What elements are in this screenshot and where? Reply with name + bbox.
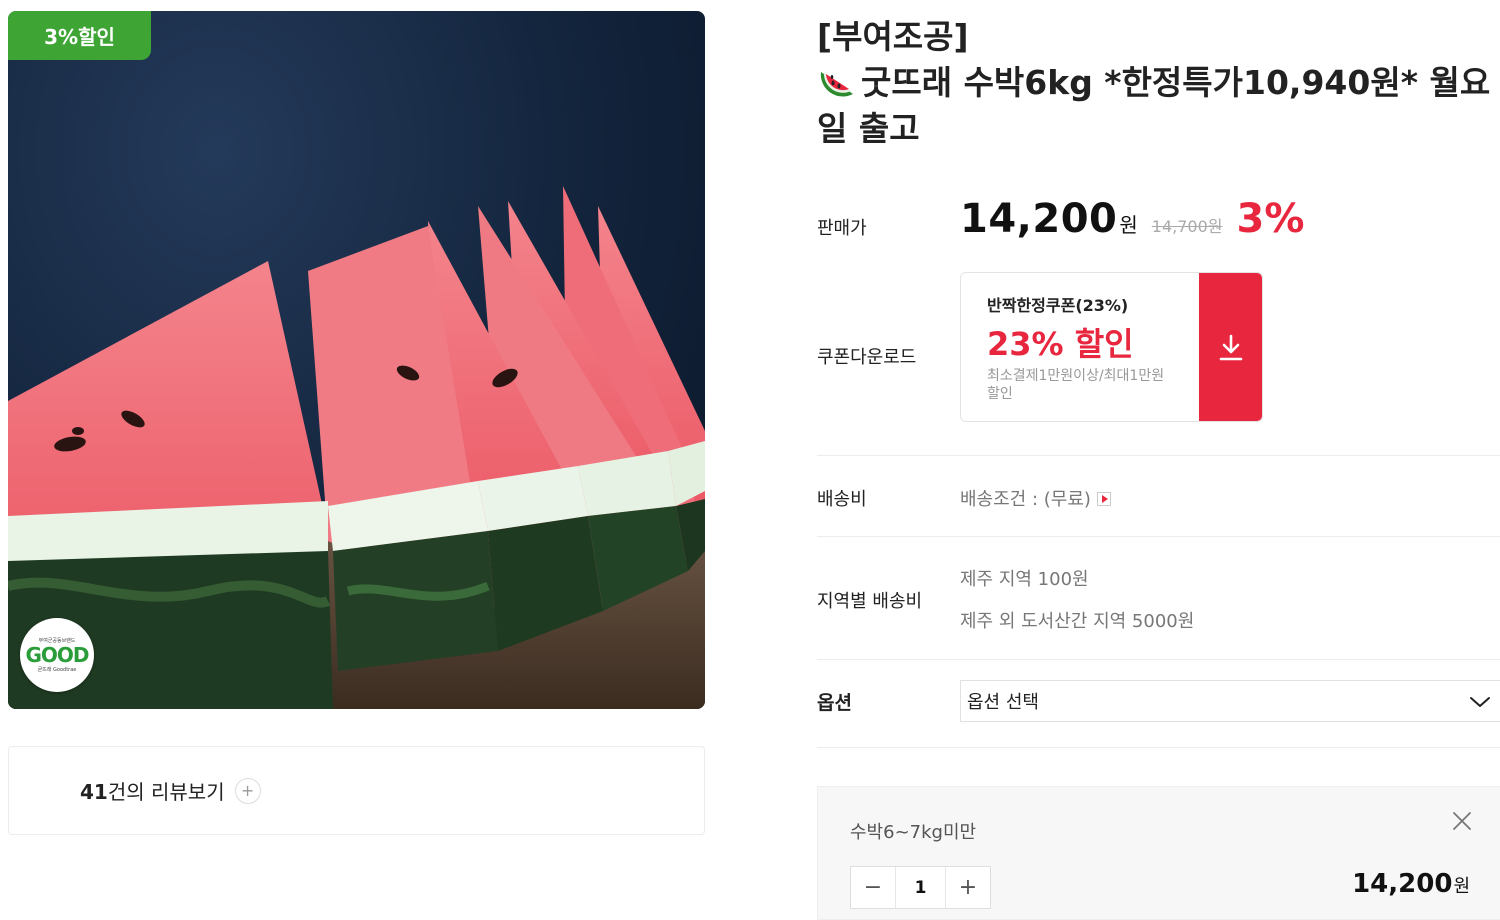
- coupon-name: 반짝한정쿠폰(23%): [987, 296, 1129, 315]
- regional-shipping-label: 지역별 배송비: [817, 591, 923, 612]
- current-price-currency: 원: [1119, 213, 1138, 237]
- brand-logo: 부여군공동브랜드 GOOD 굳뜨래 Goodtrae: [20, 618, 94, 692]
- quantity-stepper: − 1 +: [850, 866, 991, 909]
- selected-option-total-currency: 원: [1453, 876, 1470, 897]
- coupon-download-button[interactable]: [1199, 273, 1262, 421]
- shipping-value-wrap: 배송조건 : (무료): [960, 485, 1111, 511]
- brand-logo-bottom-text: 굳뜨래 Goodtrae: [37, 667, 77, 673]
- plus-icon[interactable]: +: [234, 777, 261, 804]
- coupon-label: 쿠폰다운로드: [817, 347, 917, 368]
- review-link[interactable]: 41건의 리뷰보기 +: [8, 746, 705, 835]
- option-select-value: 옵션 선택: [967, 692, 1039, 713]
- divider: [817, 536, 1500, 537]
- divider: [817, 747, 1500, 748]
- price-label: 판매가: [817, 218, 867, 239]
- regional-shipping-line: 제주 외 도서산간 지역 5000원: [960, 611, 1195, 632]
- quantity-increase-button[interactable]: +: [946, 867, 990, 908]
- selected-option-name: 수박6~7kg미만: [850, 822, 977, 843]
- price-block: 14,200 원 14,700원 3%: [960, 196, 1304, 242]
- coupon-rate: 23% 할인: [987, 325, 1134, 363]
- shipping-info-icon[interactable]: [1096, 492, 1111, 506]
- divider: [817, 455, 1500, 456]
- product-title-line2-wrap: 굿뜨래 수박6kg *한정특가10,940원* 월요일 출고: [817, 60, 1500, 152]
- review-count: 41: [80, 780, 108, 804]
- selected-option-box: 수박6~7kg미만 − 1 + 14,200 원: [817, 786, 1500, 920]
- watermelon-photo: [8, 186, 705, 709]
- review-label: 건의 리뷰보기: [107, 780, 225, 804]
- divider: [817, 659, 1500, 660]
- quantity-decrease-button[interactable]: −: [851, 867, 895, 908]
- product-title-line1: [부여조공]: [817, 17, 969, 56]
- close-icon[interactable]: [1452, 811, 1472, 831]
- product-title-line2: 굿뜨래 수박6kg *한정특가10,940원* 월요일 출고: [817, 63, 1491, 148]
- coupon-card: 반짝한정쿠폰(23%) 23% 할인 최소결제1만원이상/최대1만원 할인: [960, 272, 1263, 422]
- regional-shipping-line: 제주 지역 100원: [960, 569, 1089, 590]
- selected-option-total-amount: 14,200: [1352, 869, 1453, 899]
- option-select[interactable]: 옵션 선택: [960, 680, 1500, 722]
- review-text: 41건의 리뷰보기: [80, 776, 225, 805]
- product-title: [부여조공] 굿뜨래 수박6kg *한정특가10,940원* 월요일 출고: [817, 14, 1500, 152]
- quantity-value[interactable]: 1: [895, 867, 946, 908]
- discount-badge: 3%할인: [8, 11, 151, 60]
- current-price: 14,200: [960, 196, 1118, 242]
- shipping-value: 배송조건 : (무료): [960, 489, 1091, 510]
- product-image[interactable]: 3%할인 부여군공동브랜드 GOOD 굳뜨래 Goodtrae: [8, 11, 705, 709]
- original-price: 14,700원: [1151, 217, 1223, 236]
- discount-rate: 3%: [1236, 196, 1305, 242]
- download-icon: [1219, 334, 1242, 361]
- watermelon-icon: [820, 72, 853, 97]
- option-label: 옵션: [817, 692, 852, 714]
- chevron-down-icon: [1470, 697, 1490, 707]
- brand-logo-mark: GOOD: [25, 643, 89, 667]
- shipping-label: 배송비: [817, 489, 867, 510]
- coupon-condition: 최소결제1만원이상/최대1만원 할인: [987, 368, 1165, 402]
- selected-option-total: 14,200 원: [1352, 869, 1470, 899]
